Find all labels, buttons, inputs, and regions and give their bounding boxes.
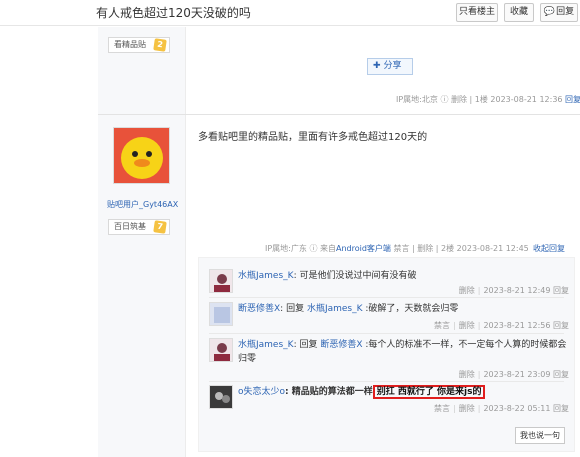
comment-body: : 精品贴的算法都一样 [285,387,373,397]
comment-author[interactable]: 断恶修善X [238,304,280,314]
avatar[interactable] [209,269,233,293]
delete-link[interactable]: 删除 [459,286,475,295]
member-badge[interactable]: 百日筑基 7 [108,219,170,235]
mute-link[interactable]: 禁言 [434,321,450,330]
author-column [98,27,186,457]
reply-link[interactable]: 回复 [553,404,569,413]
post-divider [98,114,580,115]
comment-meta: 删除 | 2023-8-21 12:49 回复 [458,286,569,295]
comment-text: 水瓶James_K: 回复 断恶修善X :每个人的标准不一样，不一定每个人算的时… [238,338,568,366]
highlighted-text: 别扛 西就行了 你是来js的 [372,385,486,399]
comment-time: 2023-8-21 23:09 [483,370,551,379]
thread-header: 有人戒色超过120天没破的吗 只看楼主 收藏 💬回复 [0,0,580,26]
reply-icon: 💬 [543,7,556,17]
mute-link[interactable]: 禁言 [434,404,450,413]
divider [209,381,564,382]
comment-body: :破解了，天数就会归零 [362,304,459,314]
divider [209,297,564,298]
share-button[interactable]: ✚ 分享 [367,58,413,75]
comment-author[interactable]: 水瓶James_K [238,271,294,281]
post-content: 多看贴吧里的精品贴，里面有许多戒色超过120天的 [198,132,428,143]
avatar-icon [210,270,232,292]
floor-number: 1楼 [474,95,488,104]
comment-author[interactable]: o失恋太少o [238,387,285,397]
comment-meta: 禁言 | 删除 | 2023-8-22 05:11 回复 [434,404,569,413]
reply-target[interactable]: 断恶修善X [320,340,362,350]
plus-icon: ✚ [373,61,381,71]
reply-list: 水瓶James_K: 可是他们没说过中间有没有破 删除 | 2023-8-21 12… [198,257,575,452]
comment-time: 2023-8-21 12:56 [483,321,551,330]
avatar[interactable] [209,302,233,326]
reply-word: : 回复 [293,340,318,350]
level-badge-icon: 2 [153,38,167,52]
floor-number: 2楼 [441,244,455,253]
comment-author[interactable]: 水瓶James_K [238,340,294,350]
member-badge[interactable]: 看精品贴 2 [108,37,170,53]
mute-link[interactable]: 禁言 [393,244,409,253]
delete-link[interactable]: 删除 [451,95,467,104]
only-op-button[interactable]: 只看楼主 [456,3,498,22]
thread-title: 有人戒色超过120天没破的吗 [96,6,251,20]
username[interactable]: 贴吧用户_Gyt46AX [107,199,178,210]
divider [209,333,564,334]
avatar[interactable] [209,338,233,362]
comment-body: : 可是他们没说过中间有没有破 [293,271,417,281]
reply-link[interactable]: 回复 [565,95,580,104]
reply-target[interactable]: 水瓶James_K [307,304,363,314]
favorite-button[interactable]: 收藏 [504,3,534,22]
reply-link[interactable]: 回复 [553,286,569,295]
avatar-icon [210,386,232,408]
badge-label: 百日筑基 [114,222,146,231]
reply-link[interactable]: 回复 [553,370,569,379]
delete-link[interactable]: 删除 [417,244,433,253]
help-icon: ⓘ [440,95,449,104]
share-label: 分享 [383,61,402,71]
say-something-button[interactable]: 我也说一句 [515,427,565,444]
comment-meta: 删除 | 2023-8-21 23:09 回复 [458,370,569,379]
reply-button[interactable]: 💬回复 [540,3,578,22]
comment-time: 2023-8-22 05:11 [483,404,551,413]
comment-meta: 禁言 | 删除 | 2023-8-21 12:56 回复 [434,321,569,330]
source-app-link[interactable]: Android客户端 [336,244,391,253]
reply-button-label: 回复 [556,7,575,17]
help-icon: ⓘ [309,244,318,253]
delete-link[interactable]: 删除 [459,370,475,379]
delete-link[interactable]: 删除 [459,404,475,413]
comment-text: 断恶修善X: 回复 水瓶James_K :破解了，天数就会归零 [238,302,568,316]
post-meta: IP属地:北京 ⓘ 删除 | 1楼 2023-08-21 12:36 回复 [396,95,580,104]
delete-link[interactable]: 删除 [459,321,475,330]
avatar-icon [210,303,232,325]
ip-location: IP属地:广东 [265,244,307,253]
post-time: 2023-08-21 12:45 [456,244,529,253]
post-meta: IP属地:广东 ⓘ 来自Android客户端 禁言 | 删除 | 2楼 2023… [265,244,565,253]
source-prefix: 来自 [319,244,336,253]
comment-time: 2023-8-21 12:49 [483,286,551,295]
reply-link[interactable]: 回复 [553,321,569,330]
comment-text: 水瓶James_K: 可是他们没说过中间有没有破 [238,269,568,283]
avatar-duck [114,128,169,183]
avatar[interactable] [209,385,233,409]
avatar[interactable] [113,127,170,184]
post-time: 2023-08-21 12:36 [490,95,563,104]
collapse-replies-link[interactable]: 收起回复 [533,243,565,254]
level-badge-icon: 7 [153,220,167,234]
badge-label: 看精品贴 [114,40,146,49]
comment-text: o失恋太少o: 精品贴的算法都一样 别扛 西就行了 你是来js的 [238,385,568,399]
reply-word: : 回复 [280,304,305,314]
avatar-icon [210,339,232,361]
ip-location: IP属地:北京 [396,95,438,104]
